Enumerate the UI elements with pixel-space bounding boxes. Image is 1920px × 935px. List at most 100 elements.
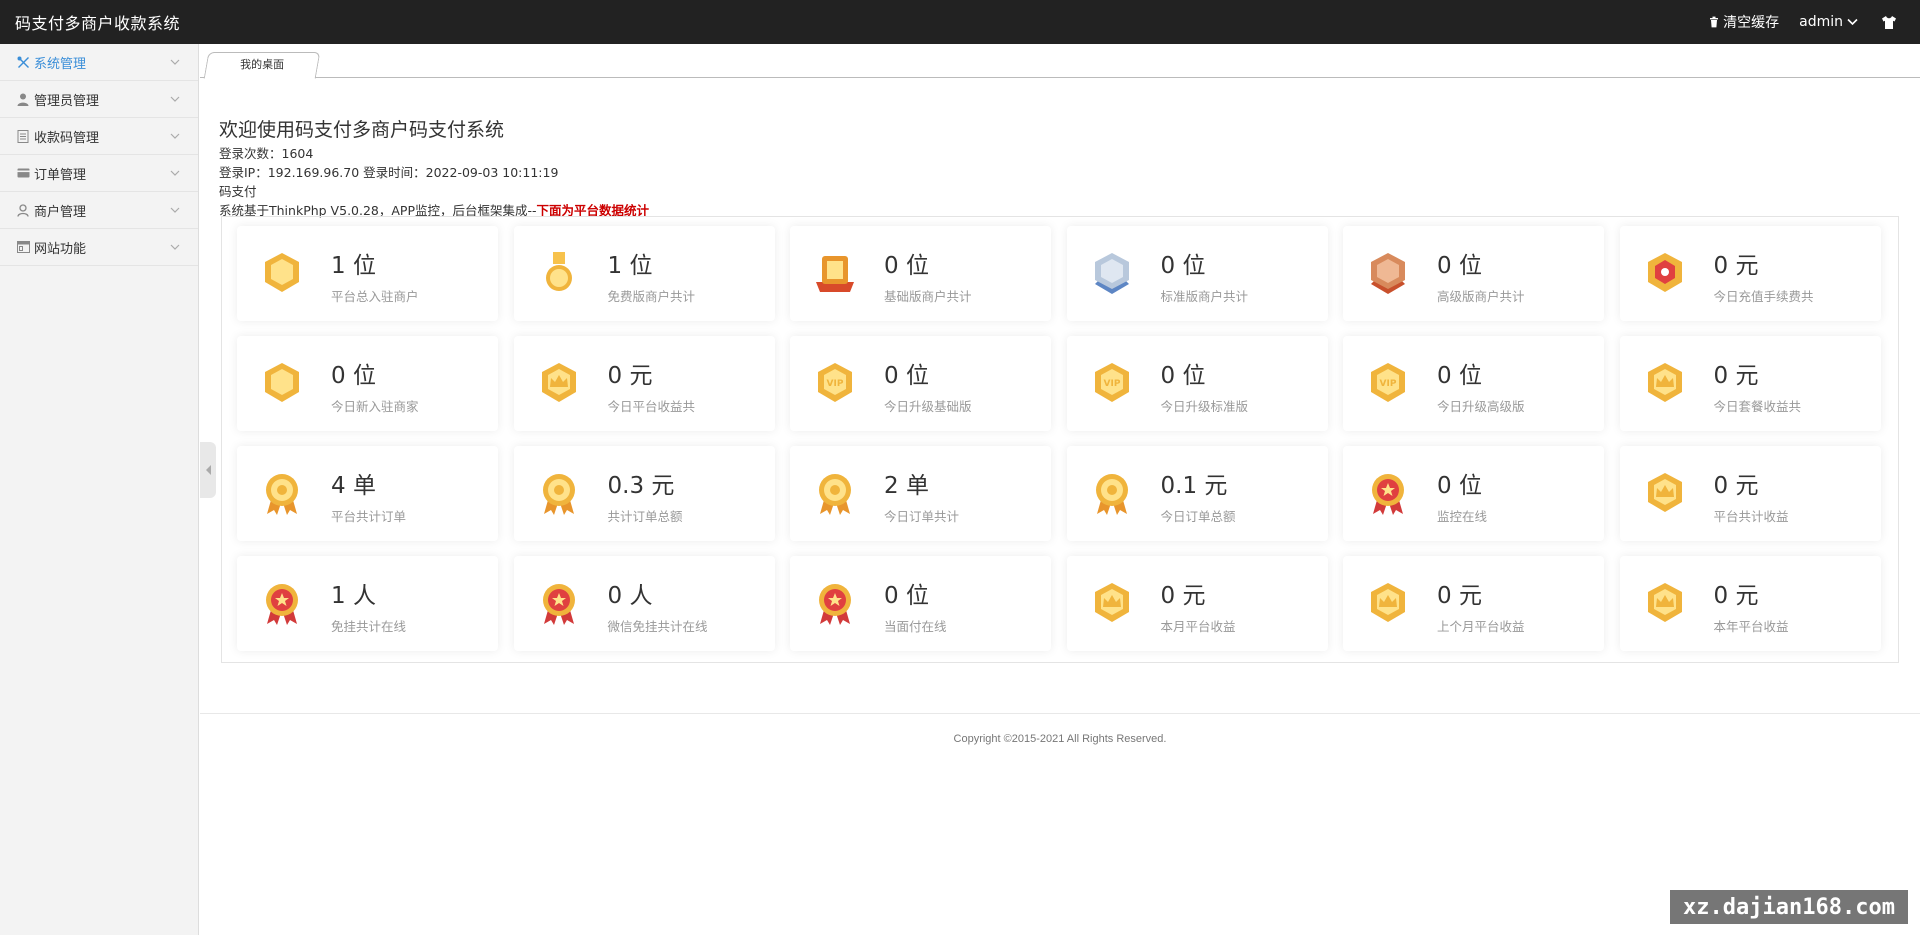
- chevron-left-icon: [205, 465, 211, 475]
- theme-button[interactable]: [1881, 15, 1900, 29]
- medal-round-icon: [1089, 470, 1135, 516]
- stat-value: 0 位: [1437, 253, 1482, 279]
- sidebar-item-label: 订单管理: [34, 167, 87, 183]
- sidebar-item-website[interactable]: 网站功能: [0, 229, 198, 266]
- stat-value: 2 单: [884, 473, 929, 499]
- sidebar-item-label: 收款码管理: [34, 130, 100, 146]
- medal-red-ribbon-icon: [812, 250, 858, 296]
- app-title: 码支付多商户收款系统: [15, 14, 181, 33]
- stat-card: 1 位平台总入驻商户: [237, 226, 498, 321]
- window-icon: [16, 240, 30, 254]
- sidebar-item-merchants[interactable]: 商户管理: [0, 192, 198, 229]
- medal-red-star-icon: [259, 580, 305, 626]
- admin-username: admin: [1799, 14, 1843, 30]
- stat-card: 1 位免费版商户共计: [513, 226, 775, 321]
- footer-copyright: Copyright ©2015-2021 All Rights Reserved…: [953, 733, 1167, 745]
- medal-gold-hex-icon: [259, 360, 305, 406]
- stat-value: 0 位: [331, 363, 376, 389]
- sidebar-item-admins[interactable]: 管理员管理: [0, 81, 198, 118]
- stats-grid: 1 位平台总入驻商户 1 位免费版商户共计 0 位基础版商户共计 0 位标准版商户共计…: [221, 216, 1899, 663]
- stat-card: 0 人微信免挂共计在线: [513, 556, 775, 651]
- medal-crown-icon: [1365, 580, 1411, 626]
- stat-card: 0 位今日新入驻商家: [237, 336, 498, 431]
- stat-label: 今日订单共计: [884, 509, 960, 524]
- stat-card: 0 位当面付在线: [790, 556, 1051, 651]
- svg-text:VIP: VIP: [1380, 379, 1397, 389]
- stat-card: VIP 0 位今日升级标准版: [1066, 336, 1328, 431]
- stat-value: 0 位: [884, 583, 929, 609]
- stat-value: 0 位: [1437, 473, 1482, 499]
- stat-card: 4 单平台共计订单: [237, 446, 498, 541]
- stat-card: 0 元本月平台收益: [1066, 556, 1328, 651]
- stat-label: 标准版商户共计: [1160, 289, 1249, 304]
- stat-label: 今日套餐收益共: [1713, 399, 1802, 414]
- clear-cache-button[interactable]: 清空缓存: [1708, 12, 1779, 32]
- stat-value: 0 元: [1713, 253, 1759, 279]
- stat-value: 0 元: [1713, 363, 1759, 389]
- stat-value: 0.1 元: [1160, 473, 1228, 499]
- stat-value: 1 位: [331, 253, 376, 279]
- chevron-down-icon: [170, 96, 180, 102]
- stat-label: 共计订单总额: [607, 509, 683, 524]
- stat-card: VIP 0 位今日升级高级版: [1343, 336, 1604, 431]
- stat-label: 今日升级基础版: [884, 399, 972, 414]
- welcome-title: 欢迎使用码支付多商户码支付系统: [219, 119, 505, 141]
- stat-card: 0.3 元共计订单总额: [513, 446, 775, 541]
- medal-red-star-icon: [812, 580, 858, 626]
- stat-label: 今日充值手续费共: [1713, 289, 1814, 304]
- admin-menu-button[interactable]: admin: [1799, 14, 1861, 30]
- stat-value: 0 位: [884, 253, 929, 279]
- stat-value: 0 位: [1160, 253, 1206, 279]
- stat-value: 0 位: [1437, 363, 1482, 389]
- tab-my-desktop[interactable]: 我的桌面: [203, 52, 321, 79]
- medal-gold-hex-icon: [259, 250, 305, 296]
- stat-label: 免费版商户共计: [607, 289, 696, 304]
- stat-value: 0 位: [884, 363, 929, 389]
- tab-bar: 我的桌面: [200, 44, 1920, 79]
- stat-label: 免挂共计在线: [331, 619, 407, 634]
- stat-label: 基础版商户共计: [884, 289, 972, 304]
- stat-label: 今日订单总额: [1160, 509, 1236, 524]
- footer-divider: [200, 713, 1920, 714]
- chevron-down-icon: [1847, 18, 1858, 26]
- sidebar-item-label: 商户管理: [34, 204, 87, 220]
- medal-vip-icon: VIP: [1365, 360, 1411, 406]
- stat-label: 本月平台收益: [1160, 619, 1236, 634]
- sidebar-collapse-toggle[interactable]: [200, 442, 216, 498]
- stat-value: 4 单: [331, 473, 376, 499]
- stat-value: 0 元: [1160, 583, 1206, 609]
- medal-crown-icon: [1642, 580, 1688, 626]
- medal-ribbon-icon: [536, 250, 582, 296]
- sidebar-item-orders[interactable]: 订单管理: [0, 155, 198, 192]
- merchant-icon: [16, 203, 30, 217]
- sidebar-item-system[interactable]: 系统管理: [0, 44, 198, 81]
- stat-value: 0 元: [1713, 583, 1759, 609]
- stat-card: 0 元平台共计收益: [1619, 446, 1881, 541]
- stat-card: 1 人免挂共计在线: [237, 556, 498, 651]
- stat-card: 0 元今日充值手续费共: [1619, 226, 1881, 321]
- stat-label: 今日平台收益共: [607, 399, 696, 414]
- sidebar-item-qrcodes[interactable]: 收款码管理: [0, 118, 198, 155]
- medal-vip-icon: VIP: [812, 360, 858, 406]
- stat-label: 高级版商户共计: [1437, 289, 1525, 304]
- medal-round-icon: [259, 470, 305, 516]
- welcome-panel: 欢迎使用码支付多商户码支付系统 登录次数：1604 登录IP：192.169.9…: [219, 115, 649, 220]
- product-name: 码支付: [219, 184, 257, 199]
- stat-value: 0 元: [1437, 583, 1482, 609]
- stat-label: 上个月平台收益: [1437, 619, 1525, 634]
- stat-card: 0 元今日套餐收益共: [1619, 336, 1881, 431]
- stat-value: 0 元: [1713, 473, 1759, 499]
- stat-card: 0 元今日平台收益共: [513, 336, 775, 431]
- stat-label: 平台总入驻商户: [331, 289, 419, 304]
- sidebar-item-label: 管理员管理: [34, 93, 100, 109]
- card-icon: [16, 166, 30, 180]
- top-header: 码支付多商户收款系统 清空缓存 admin: [0, 0, 1920, 44]
- login-count: 登录次数：1604: [219, 146, 314, 161]
- medal-round-icon: [536, 470, 582, 516]
- stat-value: 0 位: [1160, 363, 1206, 389]
- medal-vip-icon: VIP: [1089, 360, 1135, 406]
- stat-label: 监控在线: [1437, 509, 1488, 524]
- medal-crown-icon: [1089, 580, 1135, 626]
- stat-card: 2 单今日订单共计: [790, 446, 1051, 541]
- stat-card: 0.1 元今日订单总额: [1066, 446, 1328, 541]
